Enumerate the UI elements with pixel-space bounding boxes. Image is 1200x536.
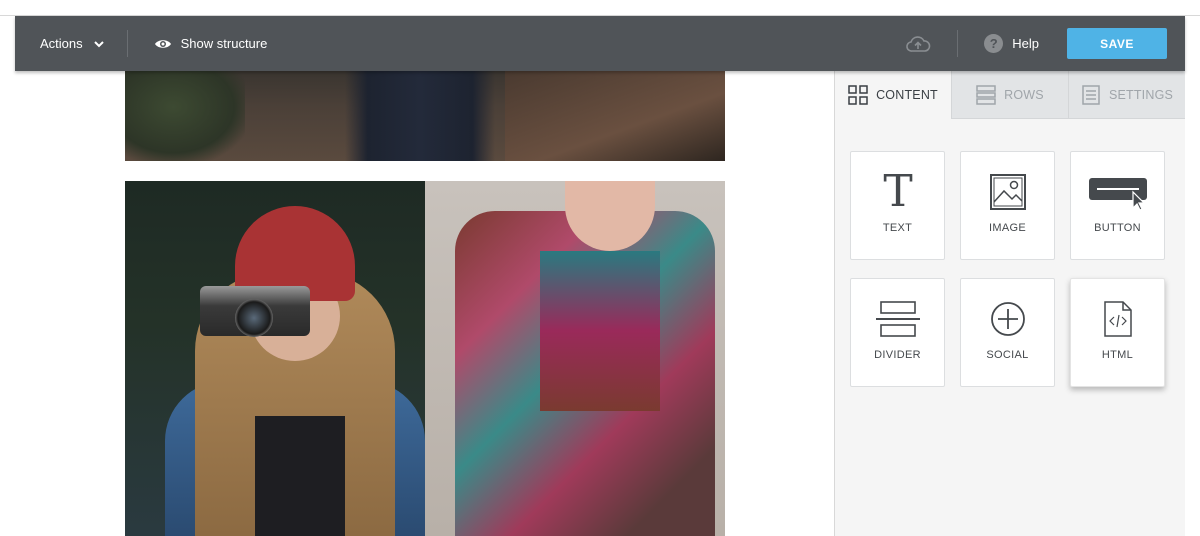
help-label: Help	[1012, 36, 1039, 51]
grid-icon	[848, 85, 868, 105]
settings-doc-icon	[1082, 84, 1100, 105]
app-window: Actions Show structure ? Help SAVE CONTE…	[0, 0, 1200, 536]
toolbar-divider	[126, 30, 128, 57]
content-block-button-label: BUTTON	[1094, 222, 1141, 234]
cloud-upload-icon[interactable]	[905, 34, 931, 54]
tab-settings-label: SETTINGS	[1108, 87, 1174, 102]
tab-content[interactable]: CONTENT	[835, 71, 951, 119]
toolbar-divider-2	[957, 30, 959, 57]
email-canvas[interactable]	[15, 71, 835, 536]
image-icon	[989, 174, 1026, 210]
button-icon	[1088, 178, 1147, 211]
chevron-down-icon	[93, 40, 104, 47]
content-block-image[interactable]: IMAGE	[960, 151, 1055, 260]
help-icon: ?	[984, 34, 1004, 53]
show-structure-toggle[interactable]: Show structure	[154, 36, 268, 51]
save-button[interactable]: SAVE	[1067, 28, 1167, 59]
tab-rows[interactable]: ROWS	[951, 71, 1068, 119]
rows-icon	[976, 84, 996, 105]
content-block-text[interactable]: T TEXT	[850, 151, 945, 260]
photo-woman-in-poncho[interactable]	[425, 181, 725, 536]
tab-content-label: CONTENT	[876, 88, 938, 102]
tab-rows-label: ROWS	[1004, 87, 1044, 102]
tab-settings[interactable]: SETTINGS	[1068, 71, 1185, 119]
eye-icon	[154, 39, 171, 48]
show-structure-label: Show structure	[180, 36, 268, 51]
content-block-html-label: HTML	[1101, 349, 1134, 361]
actions-menu[interactable]: Actions	[40, 36, 105, 51]
hero-image-partial[interactable]	[125, 71, 725, 161]
sidebar-tabs: CONTENT ROWS SETTINGS	[835, 71, 1185, 119]
social-plus-icon	[990, 302, 1025, 336]
content-blocks-grid: T TEXT IMAGE BUTTON DIVIDER SOCIAL HTML	[850, 151, 1165, 387]
text-T-icon: T	[883, 172, 912, 212]
window-top-edge	[0, 0, 1200, 16]
top-toolbar: Actions Show structure ? Help SAVE	[15, 16, 1185, 71]
actions-label: Actions	[40, 36, 83, 51]
toolbar-right: ? Help SAVE	[905, 16, 1185, 71]
divider-icon	[875, 301, 920, 337]
content-block-html[interactable]: HTML	[1070, 278, 1165, 387]
content-block-divider-label: DIVIDER	[874, 349, 921, 361]
content-block-button[interactable]: BUTTON	[1070, 151, 1165, 260]
photo-woman-with-camera[interactable]	[125, 181, 425, 536]
help-button[interactable]: ? Help	[984, 34, 1039, 53]
svg-text:T: T	[883, 172, 912, 212]
content-block-text-label: TEXT	[882, 222, 913, 234]
content-block-image-label: IMAGE	[989, 222, 1026, 234]
html-file-icon	[1103, 301, 1132, 337]
content-block-social-label: SOCIAL	[986, 349, 1029, 361]
content-block-social[interactable]: SOCIAL	[960, 278, 1055, 387]
content-block-divider[interactable]: DIVIDER	[850, 278, 945, 387]
content-sidebar: CONTENT ROWS SETTINGS T TEXT IMAGE BUTTO…	[834, 71, 1185, 536]
